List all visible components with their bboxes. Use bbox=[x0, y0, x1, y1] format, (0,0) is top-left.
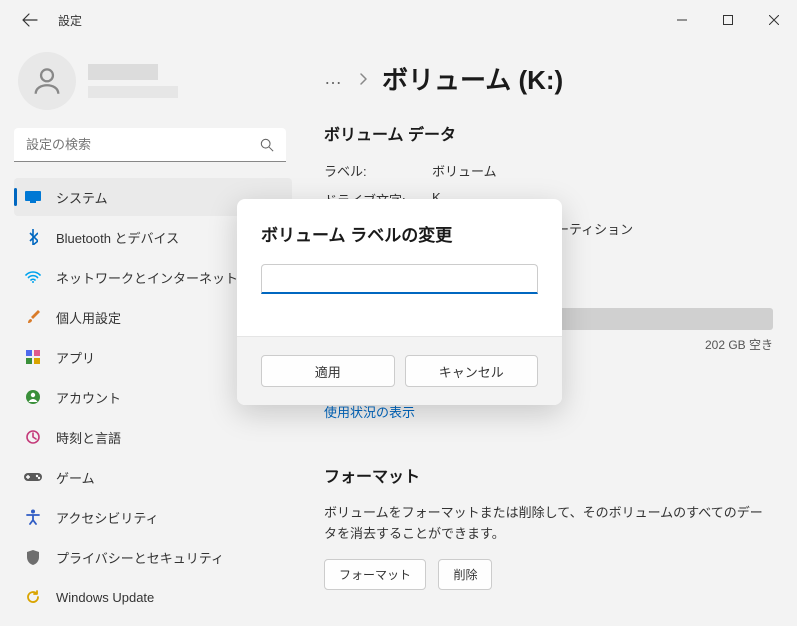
cancel-button[interactable]: キャンセル bbox=[405, 355, 539, 387]
dialog-title: ボリューム ラベルの変更 bbox=[261, 221, 538, 246]
rename-volume-dialog: ボリューム ラベルの変更 適用 キャンセル bbox=[237, 199, 562, 405]
volume-label-input[interactable] bbox=[261, 264, 538, 294]
apply-button[interactable]: 適用 bbox=[261, 355, 395, 387]
